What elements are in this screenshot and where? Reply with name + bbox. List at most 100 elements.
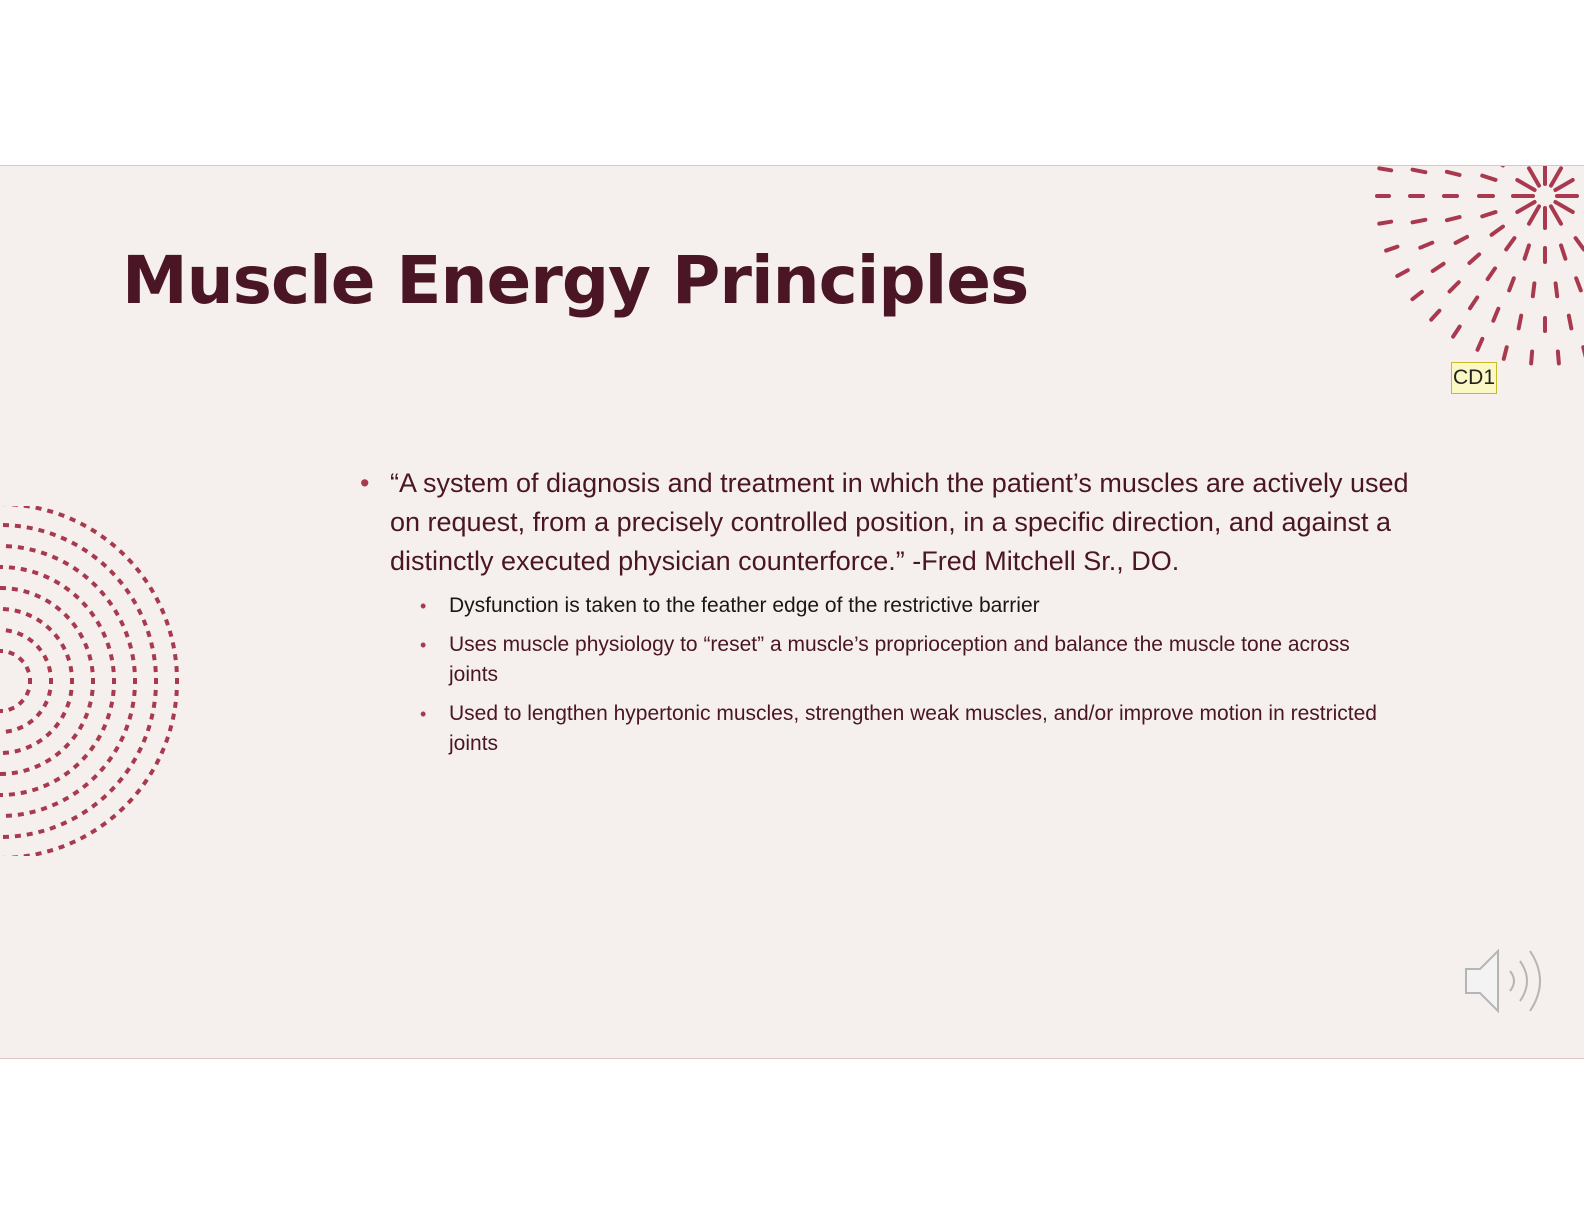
ring-dot <box>42 700 49 708</box>
bullet-icon: • <box>420 596 427 616</box>
ring-dot <box>118 619 126 627</box>
ring-dot <box>53 721 61 729</box>
burst-dash <box>1475 336 1485 352</box>
ring-dot <box>90 580 98 589</box>
ring-dot <box>26 636 35 644</box>
ring-dot <box>164 736 170 744</box>
ring-dot <box>153 665 158 673</box>
ring-dot <box>35 710 43 718</box>
ring-dot <box>0 709 3 713</box>
ring-dot <box>68 689 74 697</box>
ring-dot <box>127 642 133 649</box>
ring-dot <box>8 792 16 797</box>
ring-dot <box>130 701 136 709</box>
ring-dot <box>77 631 85 639</box>
ring-dot <box>23 506 31 509</box>
ring-dot <box>113 745 120 753</box>
ring-dot <box>5 813 13 818</box>
ring-dot <box>57 844 65 850</box>
burst-dash <box>1566 313 1574 331</box>
burst-dash <box>1485 266 1498 282</box>
ring-dot <box>141 778 149 786</box>
burst-dash <box>1453 234 1470 245</box>
ring-dot <box>31 786 39 793</box>
burst-dash <box>1491 306 1501 323</box>
burst-dash <box>1553 178 1575 192</box>
ring-dot <box>95 620 102 628</box>
ring-dot <box>111 665 116 673</box>
ring-dot <box>154 758 161 766</box>
burst-dash <box>1444 215 1462 223</box>
speaker-icon[interactable] <box>1462 941 1562 1021</box>
ring-dot <box>2 607 10 612</box>
ring-dot <box>105 642 112 650</box>
ring-dot <box>2 523 10 528</box>
ring-dot <box>108 569 116 577</box>
burst-dash <box>1480 210 1498 219</box>
ring-dot <box>34 762 42 770</box>
ring-dot <box>14 748 22 754</box>
ring-dot <box>167 630 174 638</box>
ring-dot <box>130 653 136 661</box>
ring-dot <box>79 521 87 528</box>
slide-body: • “A system of diagnosis and treatment i… <box>360 464 1420 768</box>
ring-dot <box>154 596 161 604</box>
ring-dot <box>141 576 149 584</box>
ring-dot <box>54 750 62 758</box>
ring-dot <box>17 698 25 706</box>
burst-dash <box>1501 345 1509 361</box>
ring-dot <box>65 700 71 708</box>
burst-dash <box>1516 313 1524 331</box>
comment-marker[interactable]: CD1 <box>1451 362 1497 394</box>
ring-dot <box>72 592 80 600</box>
ring-dot <box>111 689 116 697</box>
burst-pattern-icon <box>1375 166 1584 366</box>
burst-dash <box>1430 261 1446 274</box>
ring-dot <box>35 851 42 856</box>
ring-dot <box>40 550 48 557</box>
ring-dot <box>173 701 178 709</box>
ring-dot <box>153 689 158 697</box>
ring-dot <box>70 678 74 684</box>
ring-dot <box>23 767 30 773</box>
ring-dot <box>14 523 22 529</box>
burst-dash <box>1444 169 1462 177</box>
ring-dot <box>35 644 43 652</box>
ring-dot <box>54 604 62 612</box>
ring-dot <box>81 546 89 554</box>
burst-dash <box>1574 276 1583 293</box>
ring-dot <box>25 743 33 750</box>
ring-dot <box>148 768 156 776</box>
ring-dot <box>14 833 22 839</box>
ring-dot <box>83 712 90 720</box>
ring-dot <box>72 789 80 796</box>
ring-dot <box>68 839 77 846</box>
ring-dot <box>90 827 98 835</box>
ring-dot <box>126 797 134 805</box>
ring-dot <box>24 665 31 674</box>
ring-dot <box>46 689 53 697</box>
ring-dot <box>14 608 22 614</box>
slide-title: Muscle Energy Principles <box>122 242 1029 319</box>
ring-dot <box>42 573 50 580</box>
ring-dot <box>44 598 52 605</box>
ring-dot <box>63 742 71 750</box>
ring-dot <box>60 711 67 719</box>
ring-dot <box>81 753 89 761</box>
burst-dash <box>1447 280 1461 294</box>
ring-dot <box>0 793 3 797</box>
burst-dash <box>1522 243 1531 261</box>
ring-dot <box>5 728 13 734</box>
burst-dash <box>1395 268 1410 278</box>
ring-dot <box>174 665 179 673</box>
ring-dot <box>26 718 35 726</box>
burst-dash <box>1489 224 1505 237</box>
ring-dot <box>112 678 116 684</box>
ring-dot <box>62 559 70 567</box>
ring-dot <box>57 512 65 518</box>
ring-dot <box>45 730 53 738</box>
ring-dot <box>2 834 10 839</box>
ring-dot <box>87 701 93 708</box>
ring-dot <box>63 585 71 593</box>
ring-dot <box>11 770 19 776</box>
